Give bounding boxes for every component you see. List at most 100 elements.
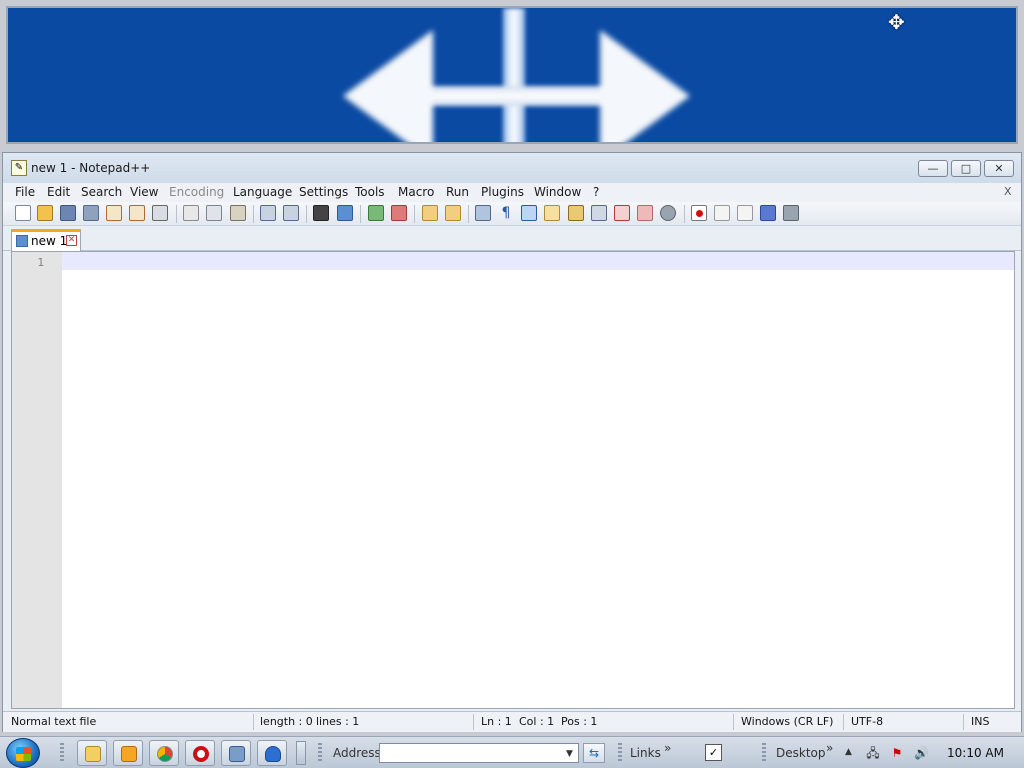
open-file-icon[interactable] [37, 205, 53, 221]
menu-plugins[interactable]: Plugins [481, 185, 524, 199]
zoom-out-icon[interactable] [391, 205, 407, 221]
notepadpp-window: ✎ new 1 - Notepad++ — □ ✕ File Edit Sear… [2, 152, 1022, 732]
menu-language[interactable]: Language [233, 185, 292, 199]
remote-desktop-button[interactable] [221, 740, 251, 766]
playback-icon[interactable] [737, 205, 753, 221]
remote-desktop-icon [229, 746, 245, 762]
tab-close-icon[interactable]: ✕ [66, 235, 77, 246]
stop-recording-icon[interactable] [714, 205, 730, 221]
chrome-icon [157, 746, 173, 762]
links-toolbar-grip[interactable] [618, 743, 622, 763]
record-macro-icon[interactable] [691, 205, 707, 221]
function-list-icon[interactable] [591, 205, 607, 221]
minimize-button[interactable]: — [918, 160, 948, 177]
find-icon[interactable] [313, 205, 329, 221]
window-title: new 1 - Notepad++ [31, 161, 151, 175]
status-length: length : 0 [260, 715, 313, 728]
app-icon [265, 746, 281, 762]
maximize-button[interactable]: □ [951, 160, 981, 177]
menu-run[interactable]: Run [446, 185, 469, 199]
zoom-in-icon[interactable] [368, 205, 384, 221]
menu-window[interactable]: Window [534, 185, 581, 199]
checklist-icon[interactable]: ✓ [705, 744, 722, 761]
monitoring-icon[interactable] [637, 205, 653, 221]
links-more-icon[interactable]: » [664, 741, 671, 755]
user-defined-language-icon[interactable] [544, 205, 560, 221]
print-icon[interactable] [152, 205, 168, 221]
close-button[interactable]: ✕ [984, 160, 1014, 177]
address-toolbar-grip[interactable] [318, 743, 322, 763]
opera-button[interactable] [185, 740, 215, 766]
close-document-button[interactable]: X [1004, 185, 1012, 198]
save-all-icon[interactable] [83, 205, 99, 221]
redo-icon[interactable] [283, 205, 299, 221]
sync-vertical-icon[interactable] [422, 205, 438, 221]
menu-macro[interactable]: Macro [398, 185, 434, 199]
menu-view[interactable]: View [130, 185, 158, 199]
chrome-button[interactable] [149, 740, 179, 766]
action-center-icon[interactable]: ⚑ [890, 746, 904, 760]
current-line-highlight [62, 252, 1014, 270]
status-encoding[interactable]: UTF-8 [851, 715, 883, 728]
copy-icon[interactable] [206, 205, 222, 221]
menu-file[interactable]: File [15, 185, 35, 199]
document-map-icon[interactable] [568, 205, 584, 221]
sync-horizontal-icon[interactable] [445, 205, 461, 221]
menu-help[interactable]: ? [593, 185, 599, 199]
show-all-characters-icon[interactable]: ¶ [498, 205, 514, 221]
folder-as-workspace-icon[interactable] [614, 205, 630, 221]
panel-icon[interactable] [660, 205, 676, 221]
folder-icon [85, 746, 101, 762]
tab-new-1[interactable]: new 1 ✕ [11, 229, 81, 251]
paste-icon[interactable] [230, 205, 246, 221]
windows-logo-icon [16, 747, 31, 761]
menu-edit[interactable]: Edit [47, 185, 70, 199]
replace-icon[interactable] [337, 205, 353, 221]
menu-settings[interactable]: Settings [299, 185, 348, 199]
address-label: Address [333, 746, 381, 760]
line-number-gutter: 1 [12, 252, 62, 708]
magnified-left-arrow [343, 30, 433, 142]
volume-icon[interactable]: 🔊 [914, 746, 929, 760]
taskbar-grip[interactable] [60, 743, 64, 763]
menu-tools[interactable]: Tools [355, 185, 385, 199]
media-player-icon [121, 746, 137, 762]
run-macro-multiple-icon[interactable] [760, 205, 776, 221]
document-icon [16, 235, 28, 247]
desktop-more-icon[interactable]: » [826, 741, 833, 755]
go-icon[interactable]: ⇆ [583, 743, 605, 763]
magnifier-view: ✥ [6, 6, 1018, 144]
cut-icon[interactable] [183, 205, 199, 221]
close-file-icon[interactable] [106, 205, 122, 221]
magnified-vertical-bar [503, 8, 525, 142]
status-bar: Normal text file length : 0 lines : 1 Ln… [3, 711, 1021, 732]
word-wrap-icon[interactable] [475, 205, 491, 221]
app-button[interactable] [257, 740, 287, 766]
chevron-down-icon[interactable]: ▼ [566, 749, 573, 759]
status-column: Col : 1 [519, 715, 555, 728]
menu-search[interactable]: Search [81, 185, 122, 199]
menu-encoding[interactable]: Encoding [169, 185, 224, 199]
explorer-button[interactable] [77, 740, 107, 766]
close-all-icon[interactable] [129, 205, 145, 221]
links-label[interactable]: Links [630, 746, 661, 760]
taskbar: Address ▼ ⇆ Links » ✓ Desktop » ▲ 🖧 ⚑ 🔊 … [0, 736, 1024, 768]
undo-icon[interactable] [260, 205, 276, 221]
start-button[interactable] [6, 738, 40, 768]
desktop-label[interactable]: Desktop [776, 746, 826, 760]
new-file-icon[interactable] [15, 205, 31, 221]
clock[interactable]: 10:10 AM [947, 746, 1004, 760]
indent-guide-icon[interactable] [521, 205, 537, 221]
network-icon[interactable]: 🖧 [866, 746, 880, 760]
show-hidden-icons-icon[interactable]: ▲ [845, 747, 852, 757]
media-player-button[interactable] [113, 740, 143, 766]
text-editor[interactable]: 1 [11, 251, 1015, 709]
title-bar[interactable]: ✎ new 1 - Notepad++ — □ ✕ [3, 153, 1021, 183]
status-insert-mode[interactable]: INS [971, 715, 989, 728]
taskbar-scroll[interactable] [296, 741, 306, 765]
desktop-toolbar-grip[interactable] [762, 743, 766, 763]
save-icon[interactable] [60, 205, 76, 221]
address-input[interactable] [379, 743, 579, 763]
save-macro-icon[interactable] [783, 205, 799, 221]
status-eol[interactable]: Windows (CR LF) [741, 715, 833, 728]
